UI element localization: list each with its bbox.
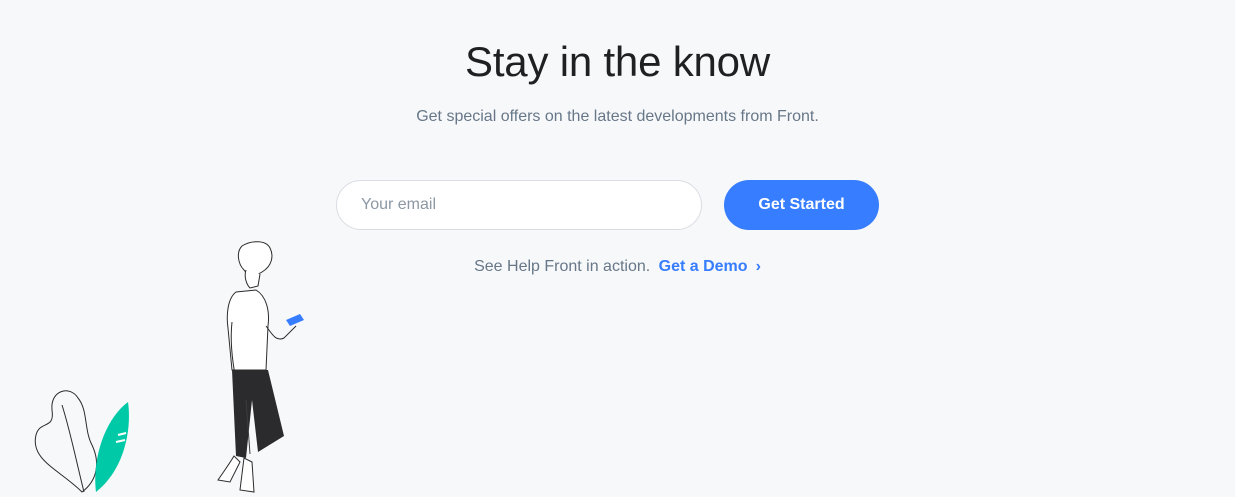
plant-leaves-illustration xyxy=(34,390,129,493)
section-subtitle: Get special offers on the latest develop… xyxy=(416,108,819,125)
email-field[interactable] xyxy=(336,180,702,230)
person-with-phone-illustration xyxy=(34,241,304,493)
newsletter-section: Stay in the know Get special offers on t… xyxy=(0,0,1235,497)
get-a-demo-link[interactable]: Get a Demo › xyxy=(659,258,761,275)
chevron-right-icon: › xyxy=(755,258,761,275)
demo-prompt-text: See Help Front in action. xyxy=(474,258,651,275)
person-figure xyxy=(217,241,304,493)
get-started-button[interactable]: Get Started xyxy=(724,180,879,230)
section-title: Stay in the know xyxy=(465,38,770,85)
get-a-demo-label: Get a Demo xyxy=(658,258,748,275)
